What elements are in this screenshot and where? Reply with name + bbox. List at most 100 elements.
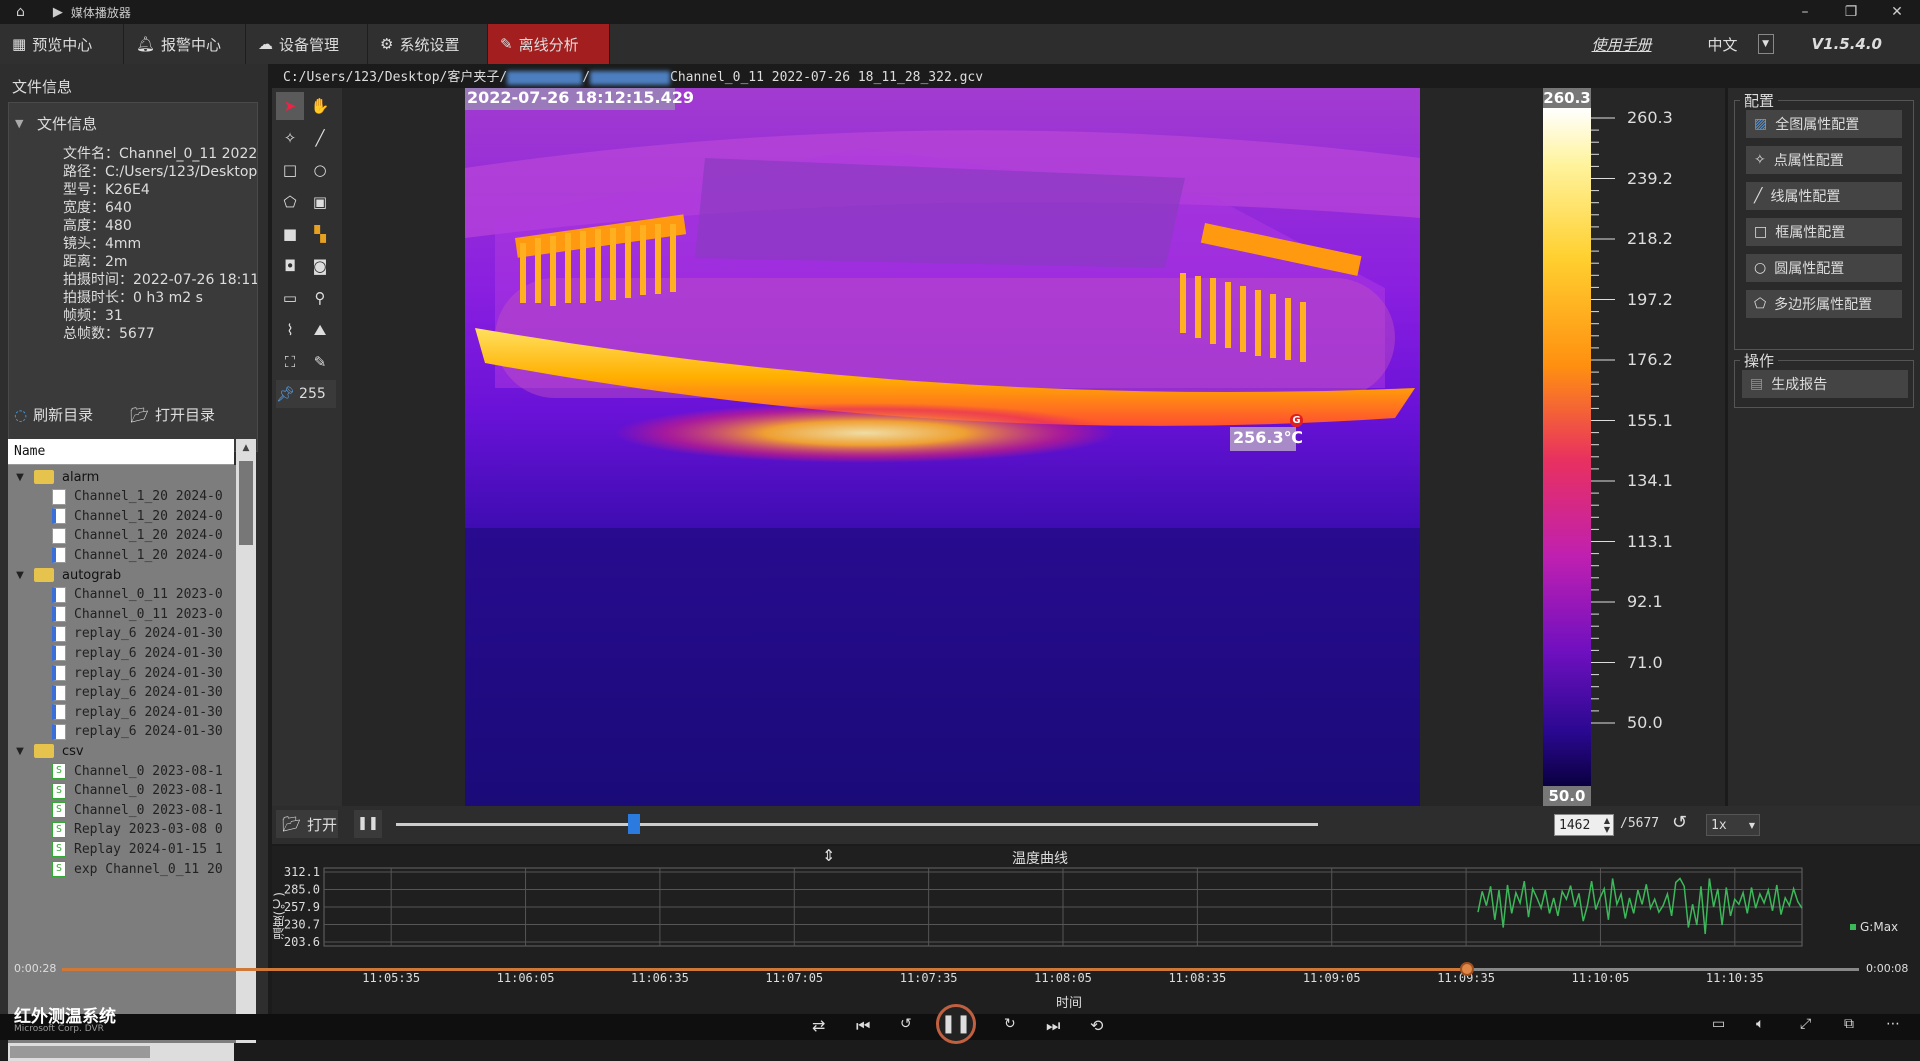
miniplayer-icon[interactable]: ⧉ xyxy=(1844,1016,1854,1032)
tree-item-label: alarm xyxy=(62,469,100,485)
forward-30-icon[interactable]: ↻ xyxy=(1004,1016,1016,1032)
tab-preview[interactable]: ▦ 预览中心 xyxy=(0,24,124,64)
curve-tool[interactable]: ⌇ xyxy=(276,316,304,344)
speed-select[interactable]: 1x ▼ xyxy=(1706,814,1760,836)
tree-item-label: Channel_0_11 2023-0 xyxy=(74,606,223,622)
tab-label: 系统设置 xyxy=(399,35,460,54)
tab-alarm[interactable]: 🔔︎ 报警中心 xyxy=(124,24,246,64)
refresh-directory-button[interactable]: ◌ 刷新目录 xyxy=(14,404,93,425)
circle-icon: ○ xyxy=(1754,260,1767,276)
fit-screen-tool[interactable]: ⛶ xyxy=(276,348,304,376)
tree-scrollbar[interactable]: ▲ xyxy=(236,439,256,1043)
config-button-line[interactable]: ╱ 线属性配置 xyxy=(1746,182,1902,210)
tab-label: 预览中心 xyxy=(32,35,93,54)
tree-header[interactable]: Name xyxy=(8,439,234,465)
frame-number-input[interactable]: 1462 ▲ ▼ xyxy=(1554,814,1614,836)
pin-count: 255 xyxy=(299,386,326,402)
tree-hscrollbar[interactable] xyxy=(8,1043,234,1061)
config-title: 配置 xyxy=(1740,90,1779,111)
captions-icon[interactable]: ▭ xyxy=(1712,1016,1725,1032)
frame-slider[interactable] xyxy=(396,823,1318,826)
tab-offline-analysis[interactable]: ✎ 离线分析 xyxy=(488,24,610,64)
minimize-button[interactable]: – xyxy=(1782,0,1828,24)
config-button-rectangle[interactable]: □ 框属性配置 xyxy=(1746,218,1902,246)
next-icon[interactable]: ⏭︎ xyxy=(1046,1016,1060,1036)
scale-tick-label: 260.3 xyxy=(1627,108,1673,127)
more-icon[interactable]: ⋯ xyxy=(1886,1016,1900,1032)
remaining-time: 0:00:08 xyxy=(1866,962,1909,975)
folder-icon xyxy=(34,470,54,484)
maximize-button[interactable]: ❐ xyxy=(1828,0,1874,24)
line-tool[interactable]: ╱ xyxy=(306,124,334,152)
palette-tool[interactable]: ▚ xyxy=(306,220,334,248)
file-icon xyxy=(52,684,66,701)
fullscreen-rect-tool[interactable]: ■ xyxy=(276,220,304,248)
scrollbar-thumb[interactable] xyxy=(239,461,253,545)
record-tool[interactable]: ▭ xyxy=(276,284,304,312)
file-icon xyxy=(52,645,66,662)
gear-icon: ⚙ xyxy=(380,35,394,53)
chevron-down-icon[interactable]: ▼ xyxy=(12,570,28,581)
media-progress-thumb[interactable] xyxy=(1460,962,1474,976)
tab-settings[interactable]: ⚙ 系统设置 xyxy=(368,24,488,64)
image-tool[interactable]: ⛰ xyxy=(306,316,334,344)
snapshot-tool[interactable]: ◘ xyxy=(276,252,304,280)
file-info-box: ▼ 文件信息 文件名：Channel_0_11 2022-07-26 路径：C:/… xyxy=(8,102,258,452)
media-progress[interactable] xyxy=(62,968,1467,971)
tree-item-label: Channel_1_20 2024-0 xyxy=(74,489,223,505)
reset-icon[interactable]: ↺ xyxy=(1672,812,1687,833)
home-icon[interactable]: ⌂ xyxy=(16,4,25,20)
hand-icon: ✋ xyxy=(310,97,330,115)
previous-icon[interactable]: ⏮︎ xyxy=(856,1016,870,1036)
file-info-row: 高度：480 xyxy=(63,218,132,234)
thermal-image[interactable]: 2022-07-26 18:12:15.429 G 256.3℃ xyxy=(465,88,1420,806)
scale-tick-label: 218.2 xyxy=(1627,229,1673,248)
tab-device[interactable]: ☁ 设备管理 xyxy=(246,24,368,64)
chevron-down-icon[interactable]: ▼ xyxy=(12,746,28,757)
save-region-tool[interactable]: ▣ xyxy=(306,188,334,216)
chevron-down-icon[interactable]: ▼ xyxy=(12,472,28,483)
grid-icon: ▦ xyxy=(12,35,27,53)
report-icon: ▤ xyxy=(1750,376,1764,392)
redacted-block xyxy=(590,70,671,85)
pan-tool[interactable]: ✋ xyxy=(306,92,334,120)
close-button[interactable]: ✕ xyxy=(1874,0,1920,24)
media-pause-button[interactable]: ❚❚ xyxy=(936,1004,976,1044)
volume-icon[interactable]: 🔈︎ xyxy=(1756,1016,1764,1032)
speed-value: 1x xyxy=(1711,817,1727,833)
hscrollbar-thumb[interactable] xyxy=(10,1046,150,1058)
shuffle-icon[interactable]: ⇄ xyxy=(812,1016,825,1035)
pin-icon: 📌︎ xyxy=(276,385,296,403)
user-manual-link[interactable]: 使用手册 xyxy=(1592,34,1652,55)
capture-tool[interactable]: ◙ xyxy=(306,252,334,280)
polygon-tool[interactable]: ⬠ xyxy=(276,188,304,216)
point-tool[interactable]: ✧ xyxy=(276,124,304,152)
rewind-10-icon[interactable]: ↺ xyxy=(900,1016,912,1032)
annotate-tool[interactable]: ✎ xyxy=(306,348,334,376)
language-dropdown[interactable]: ▼ xyxy=(1757,34,1774,54)
repeat-icon[interactable]: ⟲ xyxy=(1090,1016,1103,1035)
open-file-button[interactable]: 📂︎ 打开 xyxy=(276,810,338,838)
config-button-circle[interactable]: ○ 圆属性配置 xyxy=(1746,254,1902,282)
config-button-polygon[interactable]: ⬠ 多边形属性配置 xyxy=(1746,290,1902,318)
scroll-up-icon[interactable]: ▲ xyxy=(238,443,254,455)
tree-item-label: replay_6 2024-01-30 xyxy=(74,665,223,681)
tree-file[interactable]: Sexp Channel_0_11 20 xyxy=(52,857,223,881)
broom-icon: ⚲ xyxy=(314,289,326,307)
open-directory-button[interactable]: 📂︎ 打开目录 xyxy=(130,404,215,425)
clear-tool[interactable]: ⚲ xyxy=(306,284,334,312)
collapse-caret-icon[interactable]: ▼ xyxy=(15,117,23,130)
generate-report-button[interactable]: ▤ 生成报告 xyxy=(1742,370,1908,398)
select-tool[interactable]: ➤ xyxy=(276,92,304,120)
config-button-full-image[interactable]: ▨ 全图属性配置 xyxy=(1746,110,1902,138)
config-button-point[interactable]: ✧ 点属性配置 xyxy=(1746,146,1902,174)
circle-tool[interactable]: ○ xyxy=(306,156,334,184)
pin-counter[interactable]: 📌︎ 255 xyxy=(276,380,336,408)
fullscreen-icon[interactable]: ⤢ xyxy=(1800,1016,1811,1032)
rect-tool[interactable]: □ xyxy=(276,156,304,184)
tree-item-label: Channel_0 2023-08-1 xyxy=(74,802,223,818)
pause-button[interactable]: ❚❚ xyxy=(354,810,382,838)
spin-arrows-icon[interactable]: ▲ ▼ xyxy=(1604,816,1613,834)
frame-slider-thumb[interactable] xyxy=(627,814,640,834)
marker-g[interactable]: G xyxy=(1290,414,1303,427)
